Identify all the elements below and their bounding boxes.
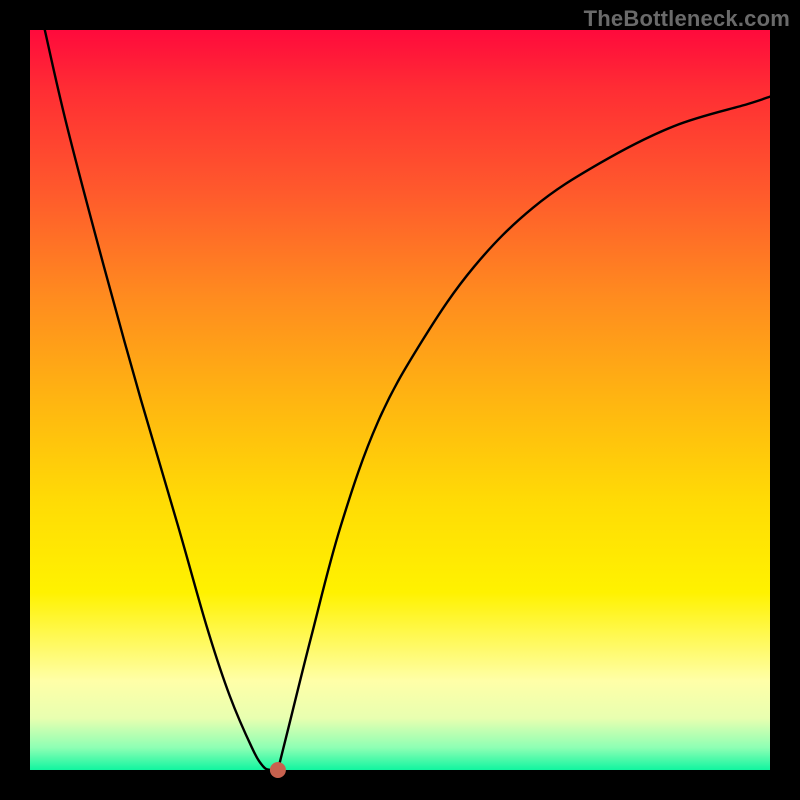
chart-frame: TheBottleneck.com bbox=[0, 0, 800, 800]
minimum-marker bbox=[270, 762, 286, 778]
bottleneck-curve bbox=[30, 30, 770, 770]
curve-right-branch bbox=[278, 97, 770, 770]
watermark-text: TheBottleneck.com bbox=[584, 6, 790, 32]
plot-area bbox=[30, 30, 770, 770]
curve-left-branch bbox=[45, 30, 278, 770]
